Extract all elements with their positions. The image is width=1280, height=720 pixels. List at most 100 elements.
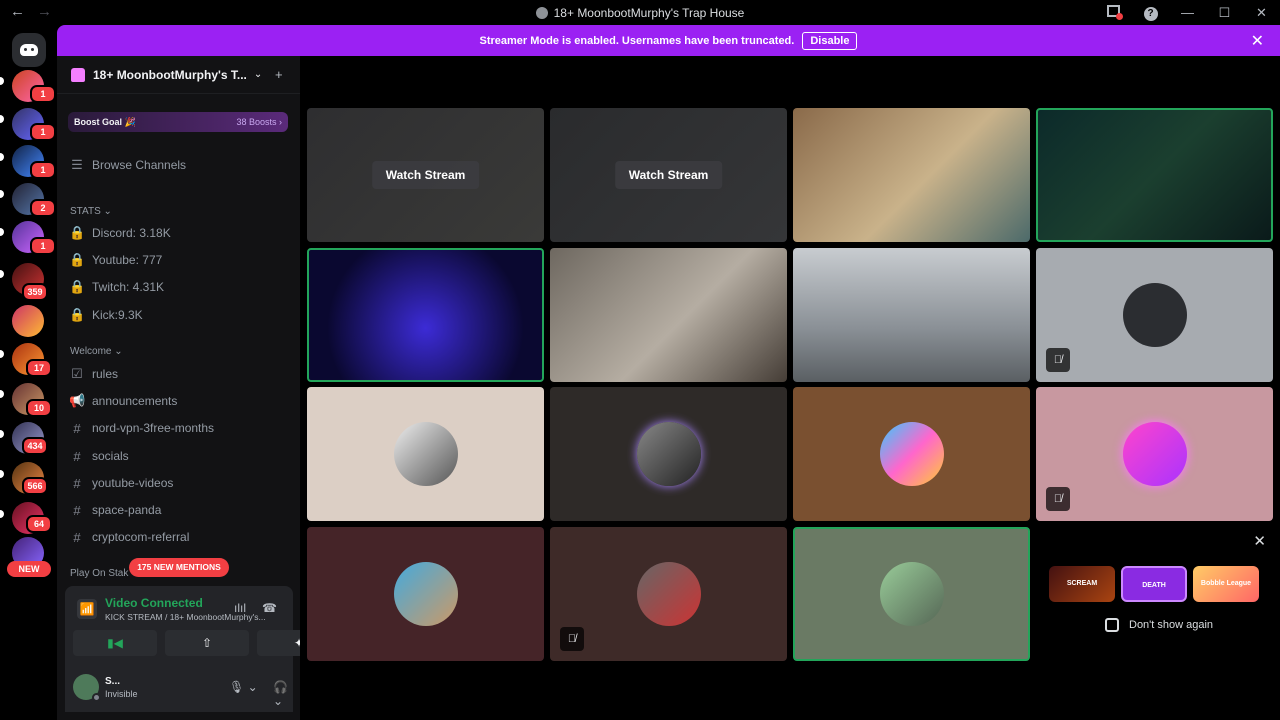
disconnect-icon[interactable]: ☎	[262, 601, 277, 615]
dont-show-checkbox[interactable]	[1105, 618, 1119, 632]
streamer-mode-banner: Streamer Mode is enabled. Usernames have…	[57, 25, 1280, 56]
category-stats[interactable]: STATS ⌄	[70, 206, 112, 217]
microphone-icon[interactable]: 🎙 ⌄	[229, 680, 258, 694]
unread-pill	[0, 270, 4, 278]
participant-tile[interactable]: 🎙̸	[550, 527, 787, 661]
mention-badge: 17	[26, 359, 52, 377]
channel-space-panda[interactable]: # space-panda	[69, 499, 161, 521]
muted-microphone-icon: 🎙̸	[560, 627, 584, 651]
minimize-button[interactable]: —	[1169, 5, 1206, 20]
close-window-button[interactable]: ✕	[1243, 5, 1280, 21]
unread-pill	[0, 350, 4, 358]
hashtag-icon: #	[73, 448, 81, 464]
participant-tile[interactable]	[307, 387, 544, 521]
new-servers-badge[interactable]: NEW	[7, 561, 51, 577]
participant-avatar	[636, 422, 701, 486]
noise-suppression-icon[interactable]: ılıl	[234, 601, 246, 615]
participant-tile[interactable]	[550, 387, 787, 521]
channel-label: Youtube: 777	[92, 253, 163, 267]
channel-nord-vpn[interactable]: # nord-vpn-3free-months	[69, 417, 214, 439]
close-promo-icon[interactable]: ✕	[1253, 532, 1266, 550]
mention-badge: 434	[22, 437, 48, 455]
channel-cryptocom-referral[interactable]: # cryptocom-referral	[69, 526, 189, 548]
screen-share-button[interactable]: ⇧	[165, 630, 249, 656]
disable-streamer-mode-button[interactable]: Disable	[802, 31, 858, 50]
category-welcome[interactable]: Welcome ⌄	[70, 346, 123, 357]
video-tile[interactable]	[793, 248, 1030, 382]
channel-rules[interactable]: ☑ rules	[69, 363, 118, 385]
hashtag-icon: #	[73, 529, 81, 545]
window-title: 18+ MoonbootMurphy's Trap House	[0, 6, 1280, 20]
mention-badge: 1	[30, 237, 56, 255]
server-list: 1 1 1 2 1 359 17 10 434 566 64 NEW	[0, 25, 57, 720]
activity-bobble-league[interactable]: Bobble League	[1193, 566, 1259, 602]
mention-badge: 2	[30, 199, 56, 217]
channel-label: cryptocom-referral	[92, 530, 190, 544]
mention-badge: 566	[22, 477, 48, 495]
activity-promo: ✕ SCREAM DEATH Bobble League Don't show …	[1037, 526, 1280, 660]
watch-stream-button[interactable]: Watch Stream	[371, 161, 480, 189]
video-tile[interactable]	[550, 248, 787, 382]
help-button[interactable]: ?	[1132, 4, 1169, 21]
server-header[interactable]: 18+ MoonbootMurphy's T... ⌄ +	[57, 56, 300, 94]
watch-stream-button[interactable]: Watch Stream	[614, 161, 723, 189]
user-name[interactable]: S...	[105, 676, 120, 687]
unread-pill	[0, 470, 4, 478]
stream-tile[interactable]: Watch Stream	[550, 108, 787, 242]
user-status: Invisible	[105, 689, 138, 699]
new-mentions-pill[interactable]: 175 NEW MENTIONS	[129, 558, 229, 577]
channel-stat-kick[interactable]: 🔒 Kick:9.3K	[69, 304, 143, 326]
lock-icon: 🔒	[69, 279, 86, 294]
video-grid: Watch Stream Watch Stream 🎙̸ 🎙̸ 🎙̸ ✕ SCR…	[300, 56, 1280, 720]
server-house-icon	[71, 67, 85, 82]
channel-socials[interactable]: # socials	[69, 445, 129, 467]
browse-channels[interactable]: ☰ Browse Channels	[69, 154, 186, 176]
participant-tile[interactable]	[793, 387, 1030, 521]
maximize-button[interactable]: ☐	[1206, 5, 1243, 21]
participant-tile-speaking[interactable]	[793, 527, 1030, 661]
channel-stat-discord[interactable]: 🔒 Discord: 3.18K	[69, 222, 171, 244]
channel-label: rules	[92, 367, 119, 381]
server-globe-icon	[535, 7, 548, 19]
category-play-on-stake[interactable]: Play On Stak	[70, 568, 128, 579]
dont-show-again[interactable]: Don't show again	[1105, 618, 1213, 632]
headset-icon[interactable]: 🎧 ⌄	[273, 680, 293, 708]
channel-announcements[interactable]: 📢 announcements	[69, 390, 177, 412]
invite-people-icon[interactable]: +	[275, 67, 290, 82]
participant-tile[interactable]: 🎙̸	[1036, 387, 1273, 521]
channel-stat-youtube[interactable]: 🔒 Youtube: 777	[69, 249, 162, 271]
activity-death[interactable]: DEATH	[1121, 566, 1187, 602]
participant-tile[interactable]: 🎙̸	[1036, 248, 1273, 382]
close-banner-icon[interactable]: ✕	[1251, 31, 1264, 51]
signal-icon[interactable]: 📶	[77, 599, 97, 619]
video-tile-speaking[interactable]	[307, 248, 544, 382]
stream-tile[interactable]: Watch Stream	[307, 108, 544, 242]
participant-avatar	[393, 422, 458, 486]
mention-badge: 1	[30, 123, 56, 141]
hashtag-icon: #	[73, 475, 81, 491]
unread-pill	[0, 390, 4, 398]
voice-status[interactable]: Video Connected	[105, 596, 203, 610]
discord-home-button[interactable]	[12, 33, 46, 67]
video-tile[interactable]	[793, 108, 1030, 242]
boost-goal-label: Boost Goal 🎉	[74, 116, 136, 127]
activity-scream[interactable]: SCREAM	[1049, 566, 1115, 602]
camera-button[interactable]: ▮◀	[73, 630, 157, 656]
participant-tile[interactable]	[307, 527, 544, 661]
inbox-button[interactable]	[1095, 5, 1132, 20]
muted-microphone-icon: 🎙̸	[1046, 348, 1070, 372]
video-tile-speaking[interactable]	[1036, 108, 1273, 242]
boost-goal-bar[interactable]: Boost Goal 🎉 38 Boosts ›	[68, 112, 288, 132]
mention-badge: 10	[26, 399, 52, 417]
unread-pill	[0, 190, 4, 198]
channel-sidebar: 18+ MoonbootMurphy's T... ⌄ + Boost Goal…	[57, 56, 341, 720]
channel-youtube-videos[interactable]: # youtube-videos	[69, 472, 173, 494]
server-icon-7[interactable]	[12, 305, 44, 337]
unread-pill	[0, 510, 4, 518]
lock-icon: 🔒	[69, 307, 86, 322]
muted-microphone-icon: 🎙̸	[1046, 487, 1070, 511]
mention-badge: 1	[30, 85, 56, 103]
channel-label: socials	[92, 449, 129, 463]
unread-pill	[0, 115, 4, 123]
channel-stat-twitch[interactable]: 🔒 Twitch: 4.31K	[69, 276, 164, 298]
